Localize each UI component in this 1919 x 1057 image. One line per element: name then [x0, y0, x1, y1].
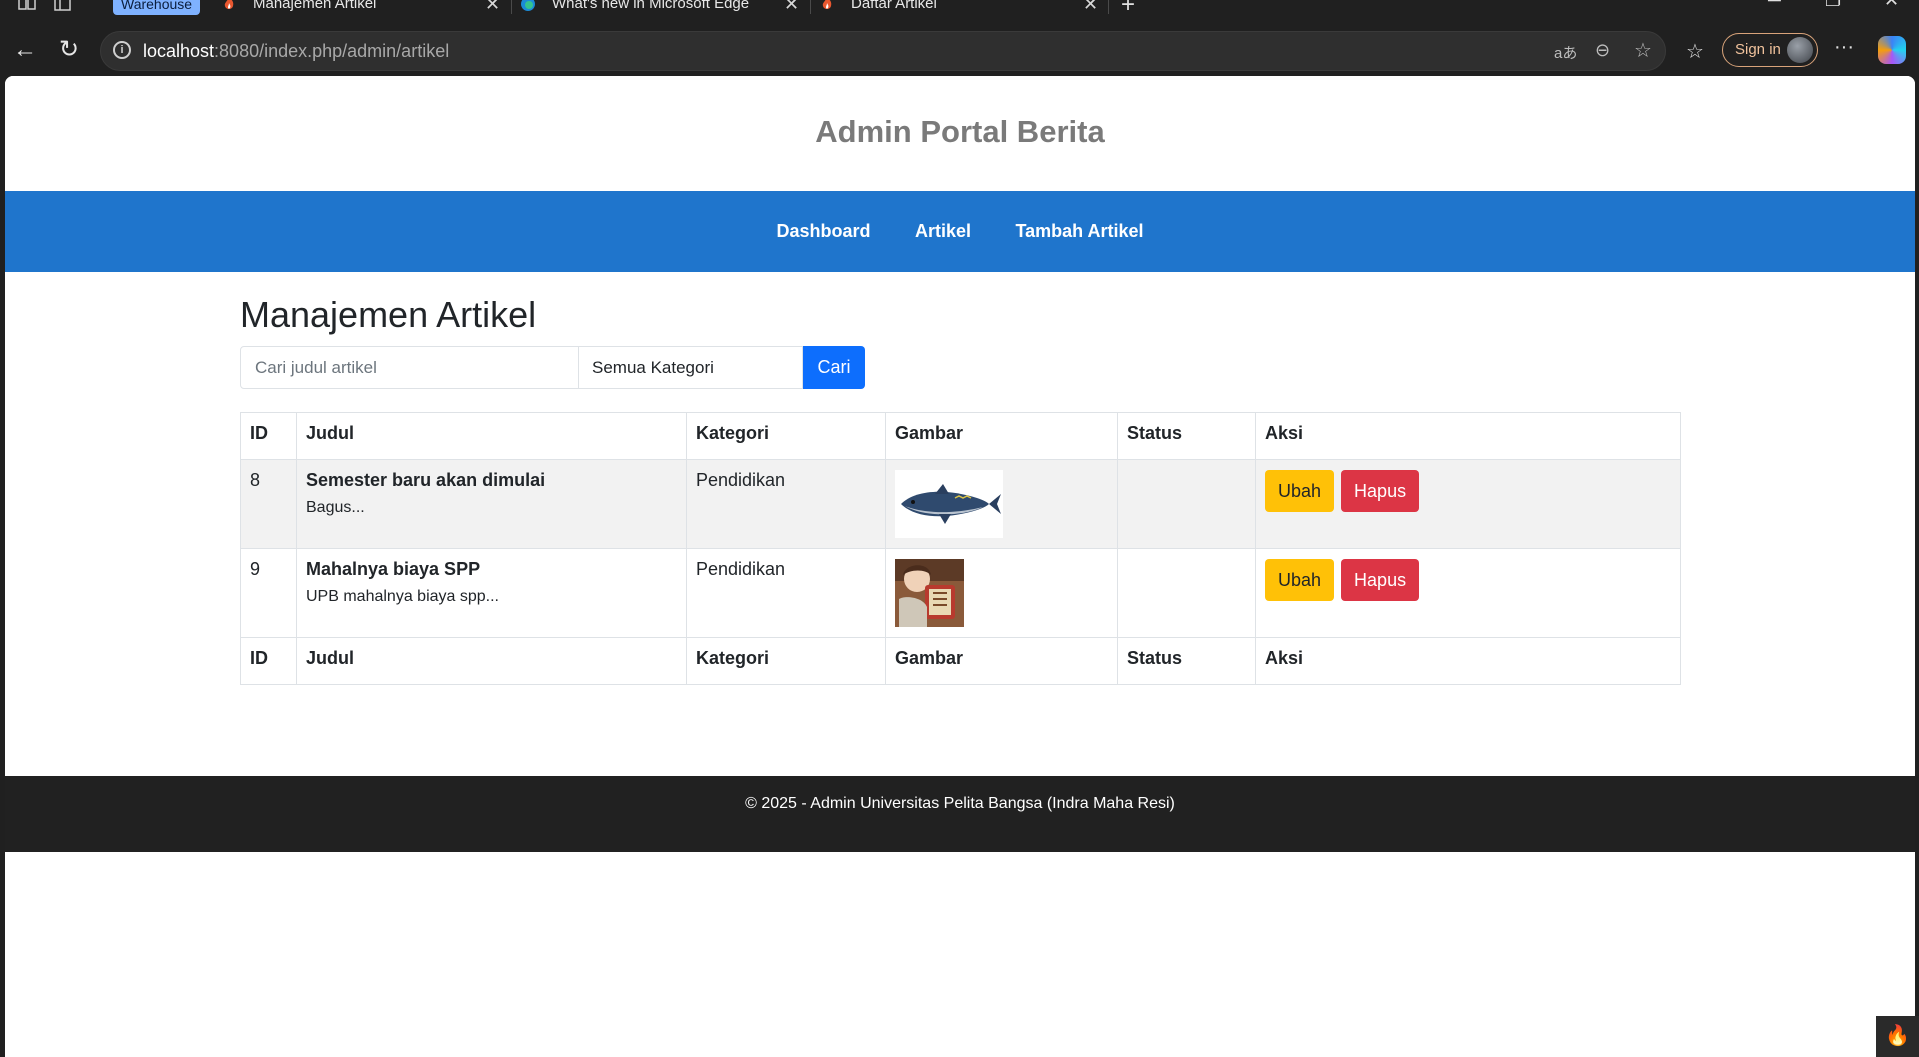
- table-footer-row: ID Judul Kategori Gambar Status Aksi: [240, 637, 1681, 685]
- codeigniter-icon: [221, 0, 237, 12]
- browser-toolbar: ← ↻ i localhost:8080/index.php/admin/art…: [0, 26, 1919, 76]
- column-header: Gambar: [885, 412, 1118, 460]
- sign-in-button[interactable]: Sign in: [1722, 33, 1818, 67]
- kategori-selected-value: Semua Kategori: [592, 358, 714, 377]
- tab-title: Daftar Artikel: [851, 0, 937, 12]
- back-icon[interactable]: ←: [8, 33, 42, 67]
- cell-judul: Semester baru akan dimulai Bagus...: [296, 459, 687, 549]
- column-header: Judul: [296, 412, 687, 460]
- edit-button[interactable]: Ubah: [1265, 559, 1335, 601]
- restore-icon[interactable]: ❐: [1825, 0, 1841, 11]
- cell-kategori: Pendidikan: [686, 459, 886, 549]
- nav-dashboard[interactable]: Dashboard: [777, 191, 871, 272]
- column-footer: Aksi: [1255, 637, 1681, 685]
- cell-judul: Mahalnya biaya SPP UPB mahalnya biaya sp…: [296, 548, 687, 638]
- sign-in-label: Sign in: [1735, 41, 1781, 58]
- delete-button[interactable]: Hapus: [1341, 470, 1420, 512]
- cell-status: 0: [1117, 459, 1256, 549]
- profile-avatar: [1787, 37, 1813, 63]
- delete-button[interactable]: Hapus: [1341, 559, 1420, 601]
- footer-text: © 2025 - Admin Universitas Pelita Bangsa…: [745, 795, 1175, 812]
- vertical-tabs-icon[interactable]: [54, 0, 74, 16]
- table-row: 9 Mahalnya biaya SPP UPB mahalnya biaya …: [240, 548, 1681, 638]
- address-bar[interactable]: i localhost:8080/index.php/admin/artikel…: [100, 31, 1666, 71]
- codeigniter-debug-toolbar-icon[interactable]: 🔥: [1876, 1016, 1919, 1057]
- column-footer: Judul: [296, 637, 687, 685]
- favorites-icon[interactable]: ☆: [1686, 39, 1704, 64]
- close-tab-icon[interactable]: ✕: [1083, 0, 1098, 16]
- minimize-icon[interactable]: ─: [1768, 0, 1781, 11]
- tab-whats-new-edge[interactable]: What's new in Microsoft Edge ✕: [520, 0, 800, 16]
- tab-manajemen-artikel[interactable]: Manajemen Artikel ✕: [221, 0, 501, 16]
- cell-id: 8: [240, 459, 297, 549]
- cell-gambar: [885, 459, 1118, 549]
- cell-aksi: Ubah Hapus: [1255, 459, 1681, 549]
- cell-aksi: Ubah Hapus: [1255, 548, 1681, 638]
- column-footer: Kategori: [686, 637, 886, 685]
- tab-daftar-artikel[interactable]: Daftar Artikel ✕: [819, 0, 1099, 16]
- nav-artikel[interactable]: Artikel: [915, 191, 971, 272]
- column-footer: ID: [240, 637, 297, 685]
- search-input[interactable]: [240, 346, 579, 389]
- column-footer: Gambar: [885, 637, 1118, 685]
- table-row: 8 Semester baru akan dimulai Bagus... Pe…: [240, 459, 1681, 549]
- refresh-icon[interactable]: ↻: [52, 33, 86, 67]
- zoom-out-icon[interactable]: ⊖: [1595, 40, 1610, 61]
- tab-separator: [511, 0, 512, 14]
- article-excerpt: Bagus...: [306, 499, 365, 516]
- url-host: localhost: [143, 41, 215, 61]
- kategori-select[interactable]: Semua Kategori: [578, 346, 803, 389]
- codeigniter-icon: [819, 0, 835, 12]
- site-info-icon[interactable]: i: [113, 41, 131, 59]
- column-header: Aksi: [1255, 412, 1681, 460]
- tab-title: What's new in Microsoft Edge: [552, 0, 750, 12]
- main-nav: Dashboard Artikel Tambah Artikel: [5, 191, 1915, 272]
- read-aloud-icon[interactable]: aあ: [1554, 42, 1577, 63]
- anime-character-image: [895, 559, 964, 627]
- site-header: Admin Portal Berita: [5, 76, 1915, 191]
- cell-kategori: Pendidikan: [686, 548, 886, 638]
- cell-status: [1117, 548, 1256, 638]
- column-header: Status: [1117, 412, 1256, 460]
- tab-title: Manajemen Artikel: [253, 0, 377, 12]
- close-tab-icon[interactable]: ✕: [485, 0, 500, 16]
- page-viewport: Admin Portal Berita Dashboard Artikel Ta…: [5, 76, 1915, 1057]
- site-title: Admin Portal Berita: [815, 114, 1105, 149]
- article-excerpt: UPB mahalnya biaya spp...: [306, 588, 499, 605]
- tab-separator: [810, 0, 811, 14]
- article-title: Semester baru akan dimulai: [306, 470, 546, 490]
- page-title: Manajemen Artikel: [240, 294, 537, 335]
- url-path: :8080/index.php/admin/artikel: [214, 41, 450, 61]
- nav-tambah-artikel[interactable]: Tambah Artikel: [1015, 191, 1143, 272]
- copilot-icon[interactable]: [1878, 36, 1906, 64]
- edge-icon: [520, 0, 536, 12]
- site-footer: © 2025 - Admin Universitas Pelita Bangsa…: [5, 776, 1915, 852]
- status-value: 0: [1127, 477, 1134, 489]
- cell-gambar: [885, 548, 1118, 638]
- column-footer: Status: [1117, 637, 1256, 685]
- more-options-icon[interactable]: ···: [1834, 36, 1854, 59]
- tab-group-label[interactable]: Warehouse: [113, 0, 201, 15]
- new-tab-icon[interactable]: +: [1121, 0, 1135, 19]
- articles-table: ID Judul Kategori Gambar Status Aksi 8 S…: [240, 412, 1681, 685]
- url-text[interactable]: localhost:8080/index.php/admin/artikel: [143, 32, 449, 70]
- favorite-star-icon[interactable]: ☆: [1634, 38, 1652, 63]
- column-header: ID: [240, 412, 297, 460]
- edit-button[interactable]: Ubah: [1265, 470, 1335, 512]
- search-button[interactable]: Cari: [803, 346, 865, 389]
- workspaces-icon[interactable]: [18, 0, 38, 16]
- browser-tabstrip: Warehouse Manajemen Artikel ✕ What's new…: [0, 0, 1919, 26]
- close-window-icon[interactable]: ✕: [1884, 0, 1899, 11]
- table-header-row: ID Judul Kategori Gambar Status Aksi: [240, 412, 1681, 460]
- close-tab-icon[interactable]: ✕: [784, 0, 799, 16]
- tab-separator: [1108, 0, 1109, 14]
- cell-id: 9: [240, 548, 297, 638]
- article-title: Mahalnya biaya SPP: [306, 559, 481, 579]
- tuna-fish-image: [895, 470, 1003, 538]
- column-header: Kategori: [686, 412, 886, 460]
